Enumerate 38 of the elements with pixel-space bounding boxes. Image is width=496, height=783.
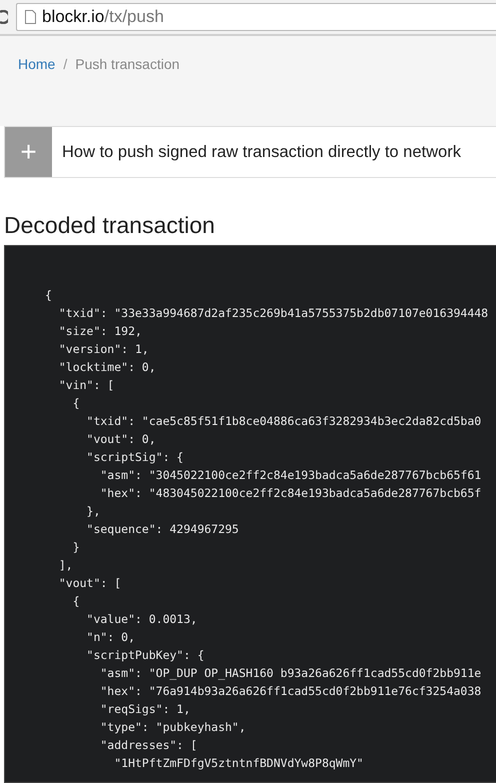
url-host: blockr.io [42, 7, 104, 27]
code-line: { [72, 395, 80, 412]
code-line: { [72, 593, 80, 610]
code-line: "n": 0, [86, 629, 136, 646]
code-line: { [45, 287, 52, 304]
breadcrumb-separator: / [63, 56, 68, 72]
current-page-label: Push transaction [75, 56, 180, 72]
accordion-title: How to push signed raw transaction directly to network [61, 142, 461, 162]
code-line: }, [86, 503, 100, 520]
code-line: ], [58, 557, 73, 574]
code-line: "1HtPftZmFDfgV5ztntnfBDNVdYw8P8qWmY" [113, 755, 364, 772]
code-line: "sequence": 4294967295 [86, 521, 239, 538]
code-line: "scriptPubKey": { [86, 647, 204, 664]
code-line: "hex": "76a914b93a26a626ff1cad55cd0f2bb911e76cf3254a038 [99, 683, 482, 700]
code-line: "asm": "3045022100ce2ff2c84e193badca5a6de287767bcb65f61 [99, 467, 482, 484]
code-line: "size": 192, [58, 323, 142, 340]
code-line: "value": 0.0013, [86, 611, 198, 628]
code-line: } [72, 539, 80, 556]
code-line: "type": "pubkeyhash", [99, 719, 246, 736]
address-bar[interactable]: blockr.io/tx/push [16, 3, 496, 31]
code-line: "addresses": [ [99, 737, 198, 754]
code-line: "reqSigs": 1, [99, 701, 190, 718]
code-line: "txid": "33e33a994687d2af235c269b41a5755375b2db07107e016394448 [58, 305, 488, 322]
code-line: "locktime": 0, [58, 359, 156, 376]
section-heading: Decoded transaction [4, 212, 216, 239]
breadcrumb-link[interactable]: Home [18, 56, 56, 72]
code-line: "vin": [ [58, 377, 114, 394]
code-line: "vout": 0, [86, 431, 156, 448]
code-line: "scriptSig": { [86, 449, 184, 466]
page-icon [25, 10, 36, 24]
code-line: "txid": "cae5c85f51f1b8ce04886ca63f3282934b3ec2da82cd5ba0 [86, 413, 482, 430]
code-line: "vout": [ [58, 575, 122, 592]
code-line: "hex": "483045022100ce2ff2c84e193badca5a6de287767bcb65f [99, 485, 482, 502]
code-line: "version": 1, [58, 341, 149, 358]
code-line: "asm": "OP_DUP OP_HASH160 b93a26a626ff1cad55cd0f2bb911e [99, 665, 482, 682]
accordion-header[interactable]: + How to push signed raw transaction directly to network [4, 126, 496, 178]
url-path: /tx/push [104, 7, 164, 27]
reload-icon[interactable] [0, 10, 8, 24]
